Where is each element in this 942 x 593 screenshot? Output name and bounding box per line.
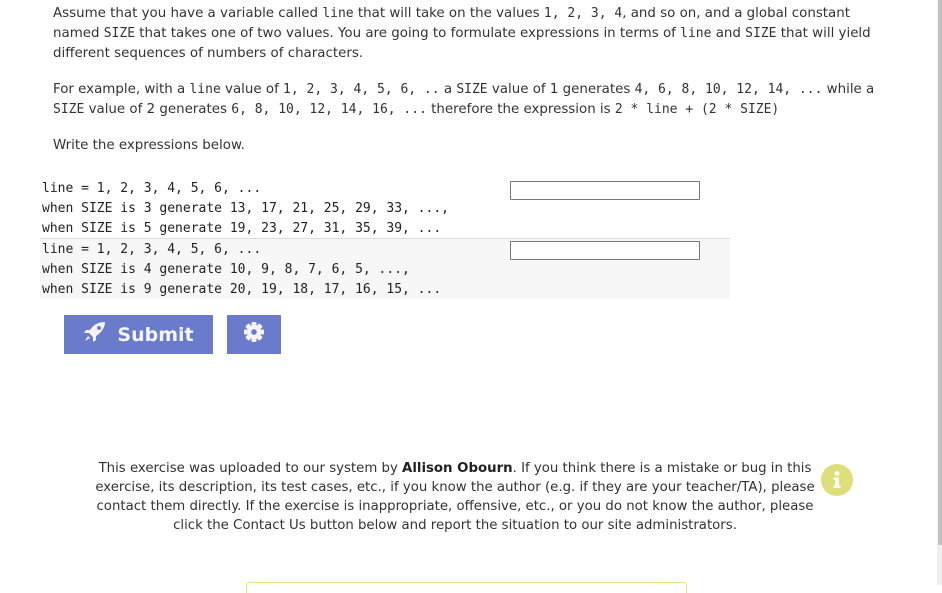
code-sequence: 6, 8, 10, 12, 14, 16, ... xyxy=(231,102,427,117)
problem-list: line = 1, 2, 3, 4, 5, 6, ... when SIZE is… xyxy=(40,178,730,299)
problem-row: line = 1, 2, 3, 4, 5, 6, ... when SIZE is… xyxy=(40,178,730,238)
contact-panel xyxy=(246,582,687,593)
problem-description: line = 1, 2, 3, 4, 5, 6, ... when SIZE is… xyxy=(42,242,442,297)
settings-button[interactable] xyxy=(227,315,281,354)
author-name: Allison Obourn xyxy=(402,461,513,476)
scrollbar-thumb[interactable] xyxy=(938,0,942,545)
author-note: This exercise was uploaded to our system… xyxy=(95,461,815,533)
submit-button[interactable]: Submit xyxy=(64,315,213,354)
instructions-paragraph-2: For example, with a line value of 1, 2, … xyxy=(53,82,875,117)
answer-input[interactable] xyxy=(510,181,700,200)
rocket-icon xyxy=(83,321,107,348)
code-line: line xyxy=(189,82,221,97)
problem-row: line = 1, 2, 3, 4, 5, 6, ... when SIZE is… xyxy=(40,238,730,299)
code-expression: 2 * line + (2 * SIZE) xyxy=(614,102,780,117)
instructions-paragraph-3: Write the expressions below. xyxy=(53,138,245,153)
instructions: Assume that you have a variable called l… xyxy=(53,4,883,172)
info-icon[interactable] xyxy=(821,464,853,496)
code-size: SIZE xyxy=(53,102,85,117)
code-size: SIZE xyxy=(103,26,136,41)
code-values: 1, 2, 3, 4 xyxy=(543,6,623,21)
instructions-paragraph-1: Assume that you have a variable called l… xyxy=(53,6,871,61)
submit-label: Submit xyxy=(117,323,194,346)
code-sequence: 1, 2, 3, 4, 5, 6, .. xyxy=(283,82,440,97)
code-size: SIZE xyxy=(456,82,488,97)
code-line: line xyxy=(680,26,712,41)
code-size: SIZE xyxy=(745,26,777,41)
code-line: line xyxy=(322,6,354,21)
code-sequence: 4, 6, 8, 10, 12, 14, ... xyxy=(634,82,823,97)
gear-icon xyxy=(243,321,265,348)
problem-description: line = 1, 2, 3, 4, 5, 6, ... when SIZE is… xyxy=(42,181,449,236)
answer-input[interactable] xyxy=(510,241,700,260)
